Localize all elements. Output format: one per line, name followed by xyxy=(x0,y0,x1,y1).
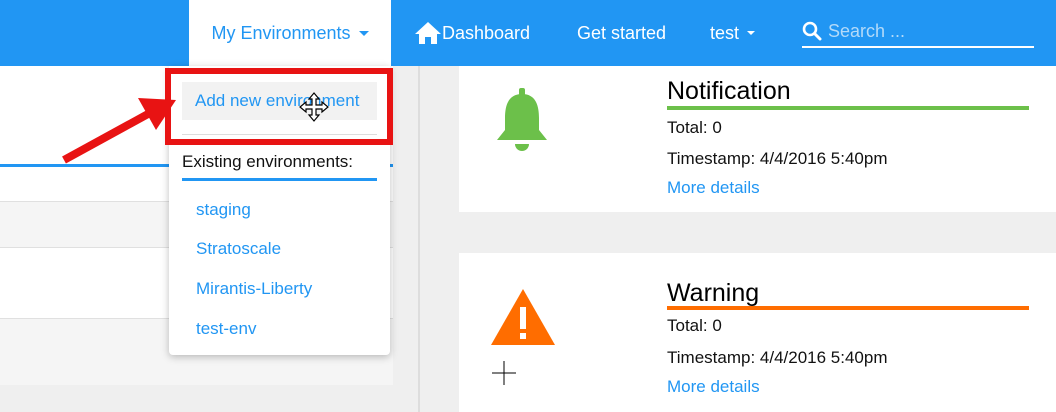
card-timestamp: Timestamp: 4/4/2016 5:40pm xyxy=(667,149,888,168)
get-started-link[interactable]: Get started xyxy=(577,0,666,66)
card-title: Warning xyxy=(667,279,760,307)
column-divider xyxy=(418,66,420,412)
more-details-link[interactable]: More details xyxy=(667,377,760,397)
card-total: Total: 0 xyxy=(667,316,722,335)
bell-icon xyxy=(497,88,547,151)
dashboard-label: Dashboard xyxy=(442,22,531,43)
user-label: test xyxy=(710,22,740,43)
dashboard-link[interactable]: Dashboard xyxy=(414,0,530,66)
get-started-label: Get started xyxy=(577,22,667,43)
environment-item-test-env[interactable]: test-env xyxy=(196,319,256,339)
header-underline xyxy=(182,178,377,181)
warning-icon xyxy=(491,289,555,345)
annotation-arrow-icon xyxy=(62,98,176,164)
search-box xyxy=(802,16,1034,48)
warning-card: Warning Total: 0 Timestamp: 4/4/2016 5:4… xyxy=(459,253,1056,412)
card-title-underline xyxy=(667,306,1029,310)
caret-down-icon xyxy=(358,30,369,36)
top-navbar: My Environments Dashboard Get started te… xyxy=(0,0,1056,66)
notification-card: Notification Total: 0 Timestamp: 4/4/201… xyxy=(459,66,1056,212)
crosshair-cursor-icon xyxy=(492,361,516,385)
home-icon xyxy=(415,22,441,44)
card-total: Total: 0 xyxy=(667,118,722,137)
caret-down-icon xyxy=(747,31,756,35)
environment-item-stratoscale[interactable]: Stratoscale xyxy=(196,239,281,259)
my-environments-menu[interactable]: My Environments xyxy=(189,0,391,66)
card-title: Notification xyxy=(667,77,791,105)
annotation-highlight-box xyxy=(165,68,393,145)
existing-environments-header: Existing environments: xyxy=(182,152,354,171)
user-menu[interactable]: test xyxy=(710,0,756,66)
search-icon xyxy=(802,21,822,41)
card-title-underline xyxy=(667,106,1029,110)
environment-item-mirantis-liberty[interactable]: Mirantis-Liberty xyxy=(196,279,312,299)
environment-item-staging[interactable]: staging xyxy=(196,200,251,220)
card-timestamp: Timestamp: 4/4/2016 5:40pm xyxy=(667,348,888,367)
more-details-link[interactable]: More details xyxy=(667,178,760,198)
my-environments-label: My Environments xyxy=(211,22,351,43)
search-input[interactable] xyxy=(822,20,1028,42)
